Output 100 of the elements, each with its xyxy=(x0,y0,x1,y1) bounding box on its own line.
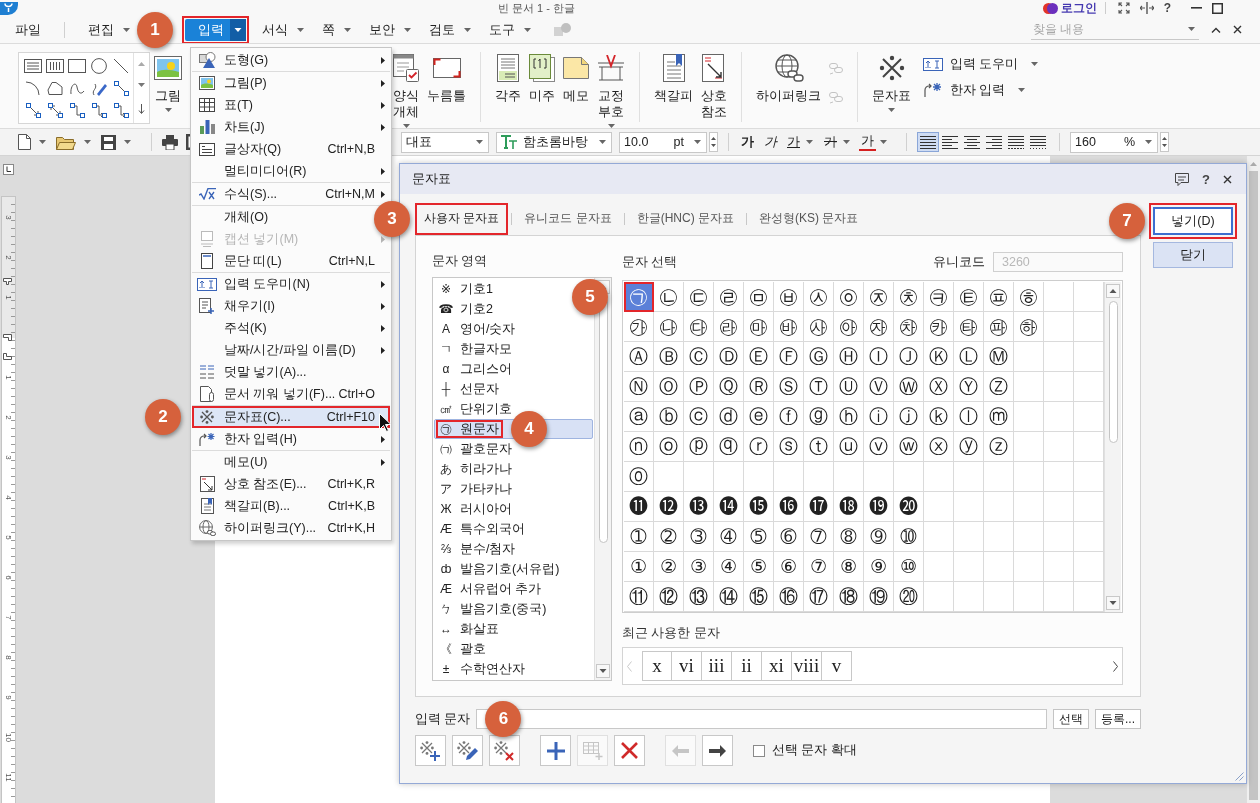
character-cell[interactable]: ⓒ xyxy=(684,402,714,432)
search-field[interactable]: 찾을 내용 xyxy=(1031,20,1184,38)
character-cell[interactable]: Ⓖ xyxy=(804,342,834,372)
character-cell[interactable]: ii xyxy=(732,651,762,681)
character-cell[interactable]: Ⓐ xyxy=(624,342,654,372)
close-icon[interactable] xyxy=(1223,174,1232,184)
character-cell[interactable]: ㉨ xyxy=(864,282,894,312)
character-cell[interactable]: ㉪ xyxy=(924,282,954,312)
caret-icon[interactable] xyxy=(39,140,46,144)
list-item[interactable]: ȸ 발음기호(서유럽) xyxy=(434,559,565,579)
ellipse-icon[interactable] xyxy=(91,58,107,74)
ribbon-button[interactable]: 입력 도우미 xyxy=(923,54,1039,74)
list-item[interactable]: ☎ 기호2 xyxy=(434,299,498,319)
character-cell[interactable]: ⓗ xyxy=(834,402,864,432)
open-folder-icon[interactable] xyxy=(56,134,76,150)
character-cell[interactable]: ⓩ xyxy=(984,432,1014,462)
ribbon-button[interactable]: 한자 입력 xyxy=(923,80,1039,100)
character-cell[interactable]: Ⓣ xyxy=(804,372,834,402)
character-cell[interactable]: Ⓑ xyxy=(654,342,684,372)
character-cell[interactable]: ㉧ xyxy=(834,282,864,312)
arc-icon[interactable] xyxy=(26,81,40,95)
character-cell[interactable]: ㉴ xyxy=(804,312,834,342)
character-cell[interactable]: ⓥ xyxy=(864,432,894,462)
checkbox[interactable] xyxy=(753,744,765,757)
character-cell[interactable]: ⑦ xyxy=(804,552,834,582)
ribbon-button[interactable]: 교정 부호 xyxy=(593,44,629,128)
character-cell[interactable]: ㉷ xyxy=(894,312,924,342)
print-icon[interactable] xyxy=(162,134,178,150)
character-cell[interactable]: ③ xyxy=(684,552,714,582)
character-cell[interactable]: ㉦ xyxy=(804,282,834,312)
character-cell[interactable]: Ⓔ xyxy=(744,342,774,372)
character-cell[interactable]: vi xyxy=(672,651,702,681)
menu-item[interactable]: 하이퍼링크(Y)... Ctrl+K,H xyxy=(192,517,390,539)
scroll-down-icon[interactable] xyxy=(596,664,610,678)
font-size-field[interactable]: 10.0 pt xyxy=(619,131,707,153)
character-cell[interactable]: ⓦ xyxy=(894,432,924,462)
curve-icon[interactable] xyxy=(69,81,85,95)
ribbon-button[interactable]: 책갈피 xyxy=(650,44,697,128)
character-cell[interactable]: ㉤ xyxy=(744,282,774,312)
dialog-button[interactable]: 닫기 xyxy=(1153,242,1233,268)
list-item[interactable]: ± 수학연산자 xyxy=(434,659,530,679)
menu-item[interactable]: 한자 입력(H) xyxy=(192,428,390,450)
spinner-icon[interactable] xyxy=(709,132,718,152)
polygon-icon[interactable] xyxy=(47,81,63,95)
character-cell[interactable]: ㉱ xyxy=(714,312,744,342)
character-cell[interactable]: Ⓠ xyxy=(714,372,744,402)
character-cell[interactable]: Ⓜ xyxy=(984,342,1014,372)
character-cell[interactable]: ㉠ xyxy=(624,282,654,312)
character-cell[interactable]: ㉭ xyxy=(1014,282,1044,312)
close-icon[interactable] xyxy=(1233,25,1242,34)
character-cell[interactable]: x xyxy=(642,651,672,681)
character-cell[interactable]: ➅ xyxy=(774,522,804,552)
align-button[interactable] xyxy=(917,132,939,152)
tool-button[interactable] xyxy=(489,735,520,766)
fullscreen-icon[interactable] xyxy=(1117,2,1130,14)
menu-item[interactable]: 주석(K) xyxy=(192,317,390,339)
menu-item[interactable]: 상호 참조(E)... Ctrl+K,R xyxy=(192,473,390,495)
character-cell[interactable]: ㉡ xyxy=(654,282,684,312)
expand-icon[interactable] xyxy=(138,104,145,115)
character-cell[interactable]: Ⓘ xyxy=(864,342,894,372)
character-cell[interactable]: ⓜ xyxy=(984,402,1014,432)
list-item[interactable]: Æ 특수외국어 xyxy=(434,519,530,539)
menu-tab[interactable]: 도구 xyxy=(480,18,540,41)
menu-tab[interactable]: 입력 xyxy=(185,18,246,41)
font-color-button[interactable]: 가 xyxy=(859,133,876,151)
tab-stop-icon[interactable] xyxy=(3,164,14,175)
font-dropdown[interactable]: 함초롬바탕 xyxy=(496,131,612,153)
help-button[interactable]: ? xyxy=(1163,1,1171,15)
character-cell[interactable]: Ⓨ xyxy=(954,372,984,402)
character-cell[interactable]: ⑤ xyxy=(744,552,774,582)
character-cell[interactable]: ➆ xyxy=(804,522,834,552)
character-cell[interactable]: ㉹ xyxy=(954,312,984,342)
list-item[interactable]: Ж 러시아어 xyxy=(434,499,517,519)
character-cell[interactable]: ㉰ xyxy=(684,312,714,342)
list-item[interactable]: 《 괄호 xyxy=(434,639,491,659)
list-item[interactable]: ㄱ 한글자모 xyxy=(434,339,517,359)
menu-tab[interactable]: 파일 xyxy=(6,18,50,41)
character-cell[interactable]: ㉩ xyxy=(894,282,924,312)
text-box-icon[interactable] xyxy=(24,59,42,73)
character-cell[interactable]: ㉢ xyxy=(684,282,714,312)
collapse-icon[interactable] xyxy=(1211,26,1221,33)
character-cell[interactable]: ⓲ xyxy=(834,492,864,522)
character-cell[interactable]: ㉣ xyxy=(714,282,744,312)
character-cell[interactable]: ② xyxy=(654,552,684,582)
connector-icon[interactable] xyxy=(113,80,129,96)
character-cell[interactable]: ➀ xyxy=(624,522,654,552)
list-item[interactable]: Æ 서유럽어 추가 xyxy=(434,579,547,599)
menu-tab[interactable]: 쪽 xyxy=(313,18,360,41)
character-cell[interactable]: ⓞ xyxy=(654,432,684,462)
character-cell[interactable]: ④ xyxy=(714,552,744,582)
character-cell[interactable]: Ⓢ xyxy=(774,372,804,402)
minimize-icon[interactable] xyxy=(1191,7,1202,9)
vertical-text-box-icon[interactable] xyxy=(46,59,64,73)
margin-marker-icon[interactable] xyxy=(3,334,12,341)
ribbon-button[interactable]: 문자표 xyxy=(868,44,915,128)
character-cell[interactable]: ⓳ xyxy=(864,492,894,522)
character-cell[interactable]: ㉥ xyxy=(774,282,804,312)
tool-button[interactable] xyxy=(452,735,483,766)
list-item[interactable]: ※ 기호1 xyxy=(434,279,498,299)
character-cell[interactable]: ⑰ xyxy=(804,582,834,612)
